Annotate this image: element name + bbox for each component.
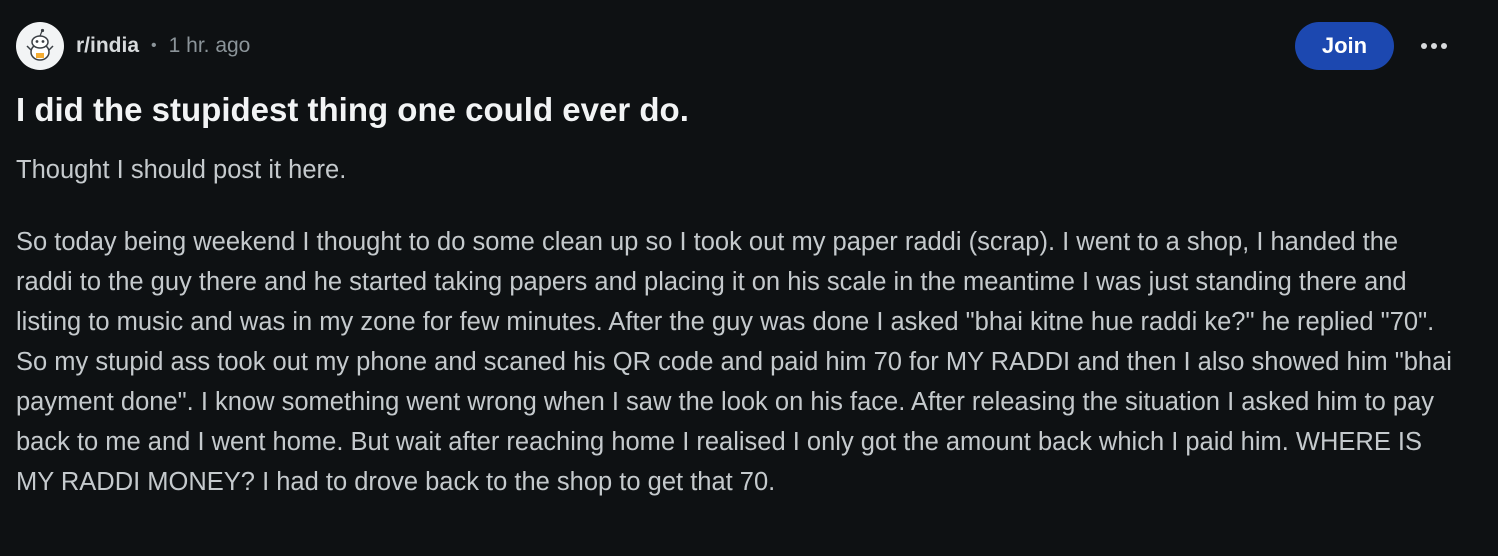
post-paragraph: Thought I should post it here. <box>16 156 347 184</box>
post-timestamp: 1 hr. ago <box>168 34 251 57</box>
post-header: r/india • 1 hr. ago <box>16 22 250 70</box>
more-dot <box>1441 43 1447 49</box>
more-options-icon[interactable] <box>1412 26 1456 66</box>
join-button[interactable]: Join <box>1295 22 1394 70</box>
subreddit-name-link[interactable]: r/india <box>76 34 139 58</box>
subreddit-avatar-icon[interactable] <box>16 22 64 70</box>
post-card: r/india • 1 hr. ago Join I did the stupi… <box>0 0 1498 556</box>
post-body: Thought I should post it here. So today … <box>16 150 1456 502</box>
meta-separator: • <box>151 37 157 54</box>
post-title[interactable]: I did the stupidest thing one could ever… <box>16 88 689 132</box>
post-paragraph: So today being weekend I thought to do s… <box>16 228 1452 496</box>
more-dot <box>1431 43 1437 49</box>
snoo-icon <box>26 28 54 61</box>
more-dot <box>1421 43 1427 49</box>
